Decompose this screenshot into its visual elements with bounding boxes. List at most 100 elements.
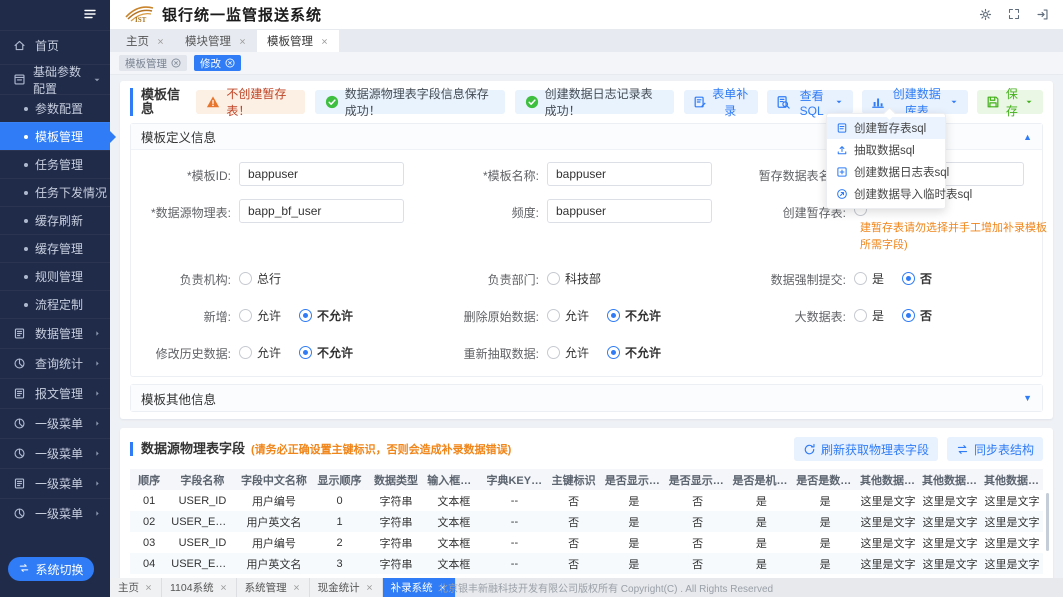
- sidebar-group-label: 基础参数配置: [33, 63, 85, 97]
- top-tab-主页[interactable]: 主页: [116, 30, 175, 52]
- sidebar-subitem-label: 流程定制: [35, 296, 83, 313]
- radio-不允许[interactable]: 不允许: [299, 307, 353, 324]
- close-icon[interactable]: [144, 583, 153, 592]
- radio-总行[interactable]: 总行: [239, 270, 281, 287]
- table-cell: 这里是文字: [919, 532, 981, 553]
- radio-不允许[interactable]: 不允许: [299, 344, 353, 361]
- sidebar-subitem-任务下发情况[interactable]: 任务下发情况: [0, 178, 110, 206]
- text-input[interactable]: [547, 199, 712, 223]
- breadcrumb-chip-修改[interactable]: 修改: [194, 55, 241, 71]
- table-row[interactable]: 04USER_ENAME用户英文名3字符串文本框--否是否是是这里是文字这里是文…: [130, 553, 1043, 574]
- close-icon[interactable]: [365, 583, 374, 592]
- table-cell: 这里是文字: [919, 511, 981, 532]
- dropdown-item-创建暂存表sql[interactable]: 创建暂存表sql: [827, 117, 945, 139]
- table-cell: 是: [602, 553, 666, 574]
- 查看SQL-button[interactable]: 查看SQL: [767, 90, 853, 114]
- view-sql-dropdown: 创建暂存表sql 抽取数据sql创建数据日志表sql创建数据导入临时表sql: [826, 113, 946, 209]
- 创建数据库表-button[interactable]: 创建数据库表: [862, 90, 968, 114]
- sidebar-item-home[interactable]: 首页: [0, 30, 110, 60]
- dropdown-item-抽取数据sql[interactable]: 抽取数据sql: [827, 139, 945, 161]
- radio-circle-icon: [547, 346, 560, 359]
- radio-允许[interactable]: 允许: [239, 307, 281, 324]
- sidebar-item-一级菜单[interactable]: 一级菜单: [0, 408, 110, 438]
- table-cell: 是: [729, 490, 793, 511]
- sidebar-subitem-缓存管理[interactable]: 缓存管理: [0, 234, 110, 262]
- sidebar-subitem-规则管理[interactable]: 规则管理: [0, 262, 110, 290]
- breadcrumb-chip-模板管理[interactable]: 模板管理: [119, 55, 187, 71]
- close-icon[interactable]: [219, 583, 228, 592]
- sidebar-item-一级菜单[interactable]: 一级菜单: [0, 498, 110, 528]
- 同步表结构-button[interactable]: 同步表结构: [947, 437, 1043, 461]
- radio-允许[interactable]: 允许: [547, 344, 589, 361]
- settings-icon[interactable]: [979, 8, 992, 21]
- text-input[interactable]: [239, 199, 404, 223]
- close-icon[interactable]: [156, 37, 165, 46]
- close-icon[interactable]: [320, 37, 329, 46]
- chevron-right-icon: [93, 449, 102, 458]
- sidebar-item-一级菜单[interactable]: 一级菜单: [0, 468, 110, 498]
- sidebar-item-查询统计[interactable]: 查询统计: [0, 348, 110, 378]
- radio-否[interactable]: 否: [902, 307, 932, 324]
- radio-不允许[interactable]: 不允许: [607, 344, 661, 361]
- radio-label: 允许: [257, 344, 281, 361]
- 表单补录-button[interactable]: 表单补录: [684, 90, 758, 114]
- dropdown-item-创建数据日志表sql[interactable]: 创建数据日志表sql: [827, 161, 945, 183]
- footer-tab-主页[interactable]: 主页: [110, 578, 162, 597]
- footer-tab-系统管理[interactable]: 系统管理: [237, 578, 310, 597]
- sidebar-subitem-任务管理[interactable]: 任务管理: [0, 150, 110, 178]
- table-cell: 这里是文字: [981, 511, 1043, 532]
- table-cell: 是: [729, 511, 793, 532]
- sidebar-item-报文管理[interactable]: 报文管理: [0, 378, 110, 408]
- table-vertical-scrollbar[interactable]: [1046, 493, 1049, 551]
- footer-tab-现金统计[interactable]: 现金统计: [310, 578, 383, 597]
- system-switch-button[interactable]: 系统切换: [8, 557, 94, 581]
- collapse-up-icon[interactable]: ▲: [1023, 132, 1032, 142]
- table-cell: 文本框: [424, 511, 483, 532]
- circle-close-icon[interactable]: [225, 58, 235, 68]
- logout-icon[interactable]: [1036, 8, 1049, 21]
- radio-允许[interactable]: 允许: [547, 307, 589, 324]
- radio-是[interactable]: 是: [854, 307, 884, 324]
- sidebar-group-base-params[interactable]: 基础参数配置: [0, 64, 110, 94]
- sidebar-item-label: 一级菜单: [35, 475, 83, 492]
- table-row[interactable]: 01USER_ID用户编号0字符串文本框--否是否是是这里是文字这里是文字这里是…: [130, 490, 1043, 511]
- dropdown-item-创建数据导入临时表sql[interactable]: 创建数据导入临时表sql: [827, 183, 945, 205]
- sidebar-subitem-label: 参数配置: [35, 100, 83, 117]
- sidebar-item-数据管理[interactable]: 数据管理: [0, 318, 110, 348]
- sidebar-item-一级菜单[interactable]: 一级菜单: [0, 438, 110, 468]
- radio-是[interactable]: 是: [854, 270, 884, 287]
- radio-circle-icon: [854, 272, 867, 285]
- circle-close-icon[interactable]: [171, 58, 181, 68]
- hamburger-icon[interactable]: [82, 6, 98, 25]
- text-input[interactable]: [547, 162, 712, 186]
- radio-label: 否: [920, 307, 932, 324]
- radio-不允许[interactable]: 不允许: [607, 307, 661, 324]
- radio-允许[interactable]: 允许: [239, 344, 281, 361]
- close-icon[interactable]: [292, 583, 301, 592]
- dropdown-item-label: 创建暂存表sql: [854, 120, 926, 136]
- table-cell: 0: [311, 490, 367, 511]
- sidebar-subitem-流程定制[interactable]: 流程定制: [0, 290, 110, 318]
- table-cell: 这里是文字: [857, 490, 919, 511]
- collapse-down-icon[interactable]: ▼: [1023, 393, 1032, 403]
- table-row[interactable]: 03USER_ID用户编号2字符串文本框--否是否是是这里是文字这里是文字这里是…: [130, 532, 1043, 553]
- sql-doc-icon: [836, 166, 848, 178]
- 刷新获取物理表字段-button[interactable]: 刷新获取物理表字段: [794, 437, 938, 461]
- footer-tab-1104系统[interactable]: 1104系统: [162, 578, 237, 597]
- field-label: 删除原始数据:: [421, 303, 539, 325]
- table-cell: USER_ID: [168, 532, 236, 553]
- table-row[interactable]: 02USER_ENAME用户英文名1字符串文本框--否是否是是这里是文字这里是文…: [130, 511, 1043, 532]
- fullscreen-icon[interactable]: [1008, 8, 1020, 21]
- radio-否[interactable]: 否: [902, 270, 932, 287]
- text-input[interactable]: [239, 162, 404, 186]
- top-tab-模板管理[interactable]: 模板管理: [257, 30, 339, 52]
- top-tab-模块管理[interactable]: 模块管理: [175, 30, 257, 52]
- radio-科技部[interactable]: 科技部: [547, 270, 601, 287]
- chevron-right-icon: [93, 479, 102, 488]
- sidebar-subitem-缓存刷新[interactable]: 缓存刷新: [0, 206, 110, 234]
- close-icon[interactable]: [238, 37, 247, 46]
- sidebar-subitem-模板管理[interactable]: 模板管理: [0, 122, 110, 150]
- 保存-button[interactable]: 保存: [977, 90, 1043, 114]
- sidebar-subitem-参数配置[interactable]: 参数配置: [0, 94, 110, 122]
- form-row: 修改历史数据:允许不允许重新抽取数据:允许不允许: [131, 340, 1038, 364]
